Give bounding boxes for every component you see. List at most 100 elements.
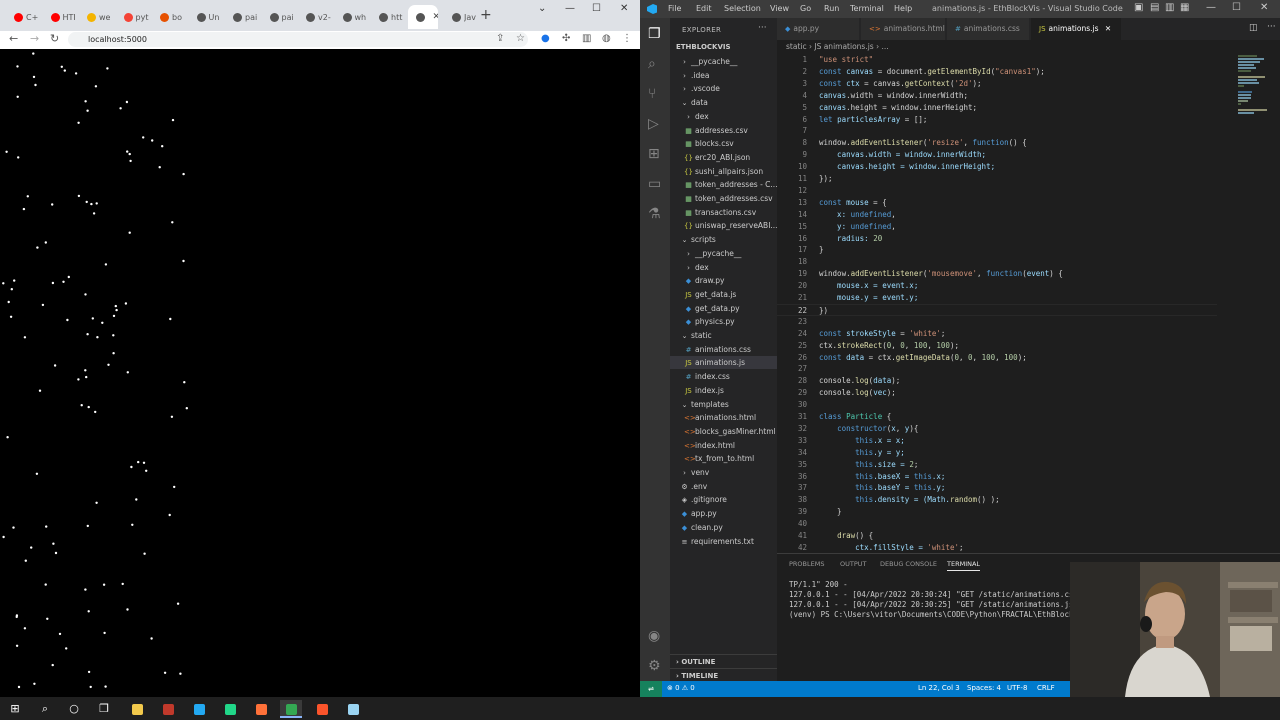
close-icon[interactable]: ✕ bbox=[1260, 2, 1268, 13]
tree-item[interactable]: ⌄ templates bbox=[670, 398, 777, 411]
tree-item[interactable]: <>index.html bbox=[670, 439, 777, 452]
vscode-button[interactable] bbox=[188, 700, 210, 718]
chrome-tab[interactable]: C+ bbox=[6, 5, 40, 29]
chrome-tab[interactable]: bo bbox=[152, 5, 186, 29]
tree-item[interactable]: ◆ draw.py bbox=[670, 274, 777, 287]
workspace-root[interactable]: ETHBLOCKVIS bbox=[676, 43, 731, 51]
menu-terminal[interactable]: Terminal bbox=[850, 4, 884, 13]
tree-item[interactable]: # animations.css bbox=[670, 343, 777, 356]
tree-item[interactable]: JS get_data.js bbox=[670, 288, 777, 301]
problems-count[interactable]: ⊗ 0 ⚠ 0 bbox=[667, 684, 695, 692]
outline-section[interactable]: › OUTLINE bbox=[670, 654, 777, 668]
pycharm-button[interactable] bbox=[219, 700, 241, 718]
tree-item[interactable]: ⌄ static bbox=[670, 329, 777, 342]
menu-view[interactable]: View bbox=[770, 4, 789, 13]
manage-gear-icon[interactable]: ⚙ bbox=[648, 659, 661, 673]
address-bar[interactable]: localhost:5000 bbox=[68, 32, 528, 47]
menu-go[interactable]: Go bbox=[800, 4, 811, 13]
editor-tab[interactable]: ◆ app.py bbox=[777, 18, 859, 40]
tree-item[interactable]: ▦ token_addresses - C... bbox=[670, 178, 777, 191]
menu-kebab-icon[interactable]: ⋮ bbox=[622, 33, 632, 44]
chrome-tab[interactable]: pai bbox=[262, 5, 296, 29]
end-of-line[interactable]: CRLF bbox=[1037, 684, 1055, 692]
search-icon[interactable]: ⌕ bbox=[648, 57, 656, 71]
firefox-button[interactable] bbox=[250, 700, 272, 718]
brave-button[interactable] bbox=[311, 700, 333, 718]
menu-edit[interactable]: Edit bbox=[696, 4, 712, 13]
notes-button[interactable] bbox=[342, 700, 364, 718]
chrome-tab[interactable]: pyt bbox=[116, 5, 150, 29]
particles-canvas[interactable] bbox=[0, 49, 640, 697]
account-icon[interactable]: ◉ bbox=[648, 629, 660, 643]
more-actions-icon[interactable]: ··· bbox=[758, 23, 767, 33]
start-button[interactable]: ⊞ bbox=[4, 700, 26, 718]
maximize-icon[interactable]: ☐ bbox=[592, 3, 601, 14]
tree-item[interactable]: ▦ transactions.csv bbox=[670, 206, 777, 219]
chevron-down-icon[interactable]: ⌄ bbox=[538, 3, 546, 14]
panel-tab-debug-console[interactable]: DEBUG CONSOLE bbox=[880, 560, 937, 568]
chrome-tab[interactable]: HTI bbox=[43, 5, 77, 29]
tree-item[interactable]: › __pycache__ bbox=[670, 55, 777, 68]
chrome-tab[interactable]: htt bbox=[371, 5, 405, 29]
tree-item[interactable]: › dex bbox=[670, 261, 777, 274]
forward-icon[interactable]: → bbox=[30, 32, 39, 45]
minimap[interactable] bbox=[1238, 54, 1270, 134]
chrome-tab[interactable]: we bbox=[79, 5, 113, 29]
bookmark-star-icon[interactable]: ☆ bbox=[516, 33, 525, 44]
menu-file[interactable]: File bbox=[668, 4, 681, 13]
chrome-button[interactable] bbox=[280, 700, 302, 718]
menu-run[interactable]: Run bbox=[824, 4, 839, 13]
chrome-tab[interactable]: pai bbox=[225, 5, 259, 29]
tree-item[interactable]: ▦ token_addresses.csv bbox=[670, 192, 777, 205]
tree-item[interactable]: › venv bbox=[670, 466, 777, 479]
tree-item[interactable]: ⌄ data bbox=[670, 96, 777, 109]
tree-item[interactable]: › dex bbox=[670, 110, 777, 123]
layout-customize-icon[interactable]: ▦ bbox=[1180, 2, 1189, 13]
tree-item[interactable]: ≡ requirements.txt bbox=[670, 535, 777, 548]
layout-secondary-icon[interactable]: ▥ bbox=[1165, 2, 1174, 13]
panel-tab-problems[interactable]: PROBLEMS bbox=[789, 560, 824, 568]
side-panel-icon[interactable]: ▥ bbox=[582, 33, 591, 44]
tree-item[interactable]: › .vscode bbox=[670, 82, 777, 95]
run-debug-icon[interactable]: ▷ bbox=[648, 117, 659, 131]
chrome-tab[interactable]: ✕ bbox=[407, 5, 438, 29]
task-view-button[interactable]: ❐ bbox=[93, 700, 115, 718]
minimize-icon[interactable]: — bbox=[1206, 2, 1216, 13]
share-icon[interactable]: ⇪ bbox=[496, 33, 504, 44]
tree-item[interactable]: ⚙ .env bbox=[670, 480, 777, 493]
tree-item[interactable]: ◆ get_data.py bbox=[670, 302, 777, 315]
tree-item[interactable]: ▦ addresses.csv bbox=[670, 124, 777, 137]
extensions-icon[interactable]: ⊞ bbox=[648, 147, 660, 161]
minimize-icon[interactable]: — bbox=[565, 3, 575, 14]
editor-tab[interactable]: <> animations.html bbox=[861, 18, 945, 40]
tree-item[interactable]: <>animations.html bbox=[670, 411, 777, 424]
tree-item[interactable]: ◆ physics.py bbox=[670, 315, 777, 328]
testing-flask-icon[interactable]: ⚗ bbox=[648, 207, 661, 221]
source-control-icon[interactable]: ⑂ bbox=[648, 87, 656, 101]
tree-item[interactable]: JS animations.js bbox=[670, 356, 777, 370]
breadcrumb[interactable]: static › JS animations.js › ... bbox=[786, 42, 889, 51]
cursor-position[interactable]: Ln 22, Col 3 bbox=[918, 684, 960, 692]
chrome-tab[interactable]: wh bbox=[335, 5, 369, 29]
explorer-files-icon[interactable]: ❐ bbox=[648, 27, 661, 41]
tree-item[interactable]: <>blocks_gasMiner.html bbox=[670, 425, 777, 438]
chrome-tab[interactable]: v2- bbox=[298, 5, 332, 29]
timeline-section[interactable]: › TIMELINE bbox=[670, 668, 777, 681]
layout-panel-icon[interactable]: ▤ bbox=[1150, 2, 1159, 13]
app-button[interactable] bbox=[157, 700, 179, 718]
tree-item[interactable]: ◆ clean.py bbox=[670, 521, 777, 534]
tree-item[interactable]: ◆ app.py bbox=[670, 507, 777, 520]
close-tab-icon[interactable]: ✕ bbox=[1103, 24, 1111, 33]
layout-sidebar-icon[interactable]: ▣ bbox=[1134, 2, 1143, 13]
menu-selection[interactable]: Selection bbox=[724, 4, 761, 13]
split-editor-icon[interactable]: ◫ bbox=[1249, 23, 1258, 33]
menu-help[interactable]: Help bbox=[894, 4, 912, 13]
file-explorer-button[interactable] bbox=[126, 700, 148, 718]
cortana-button[interactable]: ○ bbox=[63, 700, 85, 718]
remote-indicator-icon[interactable]: ⇌ bbox=[640, 681, 662, 697]
back-icon[interactable]: ← bbox=[9, 32, 18, 45]
tree-item[interactable]: ◈ .gitignore bbox=[670, 493, 777, 506]
tree-item[interactable]: {} uniswap_reserveABI... bbox=[670, 219, 777, 232]
chrome-tab[interactable]: Jav bbox=[444, 5, 478, 29]
maximize-icon[interactable]: ☐ bbox=[1232, 2, 1241, 13]
